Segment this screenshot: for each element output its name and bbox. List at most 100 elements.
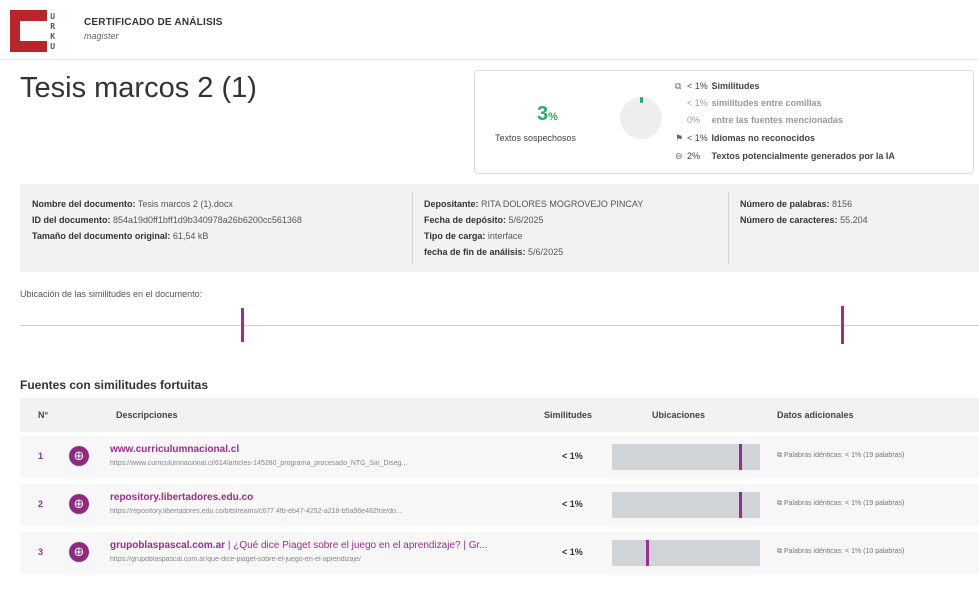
word-count: 8156 [832, 199, 853, 209]
globe-icon: ⊕ [69, 494, 89, 514]
source-number: 1 [38, 451, 44, 461]
source-location-mark [739, 444, 742, 470]
info-label: Tamaño del documento original: [32, 231, 171, 241]
source-number: 3 [38, 547, 44, 557]
column-header-number: N° [38, 410, 49, 420]
table-row[interactable]: 3 ⊕ grupoblaspascal.com.ar | ¿Qué dice P… [20, 532, 979, 574]
info-column-deposit: Depositante: RITA DOLORES MOGROVEJO PINC… [424, 196, 643, 260]
table-row[interactable]: 1 ⊕ www.curriculumnacional.cl https://ww… [20, 436, 979, 478]
stat-mentioned-sources: 0% entre las fuentes mencionadas [675, 115, 843, 125]
source-link[interactable]: repository.libertadores.edu.co [110, 492, 253, 503]
ai-icon: ⊖ [675, 151, 683, 161]
depositor-name: RITA DOLORES MOGROVEJO PINCAY [481, 199, 644, 209]
logo-letters: U R K U [50, 10, 60, 52]
source-similarity: < 1% [562, 547, 583, 557]
source-link[interactable]: www.curriculumnacional.cl [110, 444, 239, 455]
document-size: 61,54 kB [172, 231, 209, 241]
source-location-bar[interactable] [612, 444, 760, 470]
column-header-similarities: Similitudes [544, 410, 593, 420]
page-title: Tesis marcos 2 (1) [20, 72, 257, 104]
character-count: 55.204 [840, 215, 868, 225]
stat-value: 2% [687, 151, 701, 161]
source-link[interactable]: grupoblaspascal.com.ar | ¿Qué dice Piage… [110, 540, 488, 551]
source-location-mark [646, 540, 649, 566]
info-label: fecha de fin de análisis: [424, 247, 526, 257]
source-additional-data: ⧉ Palabras idénticas: < 1% (19 palabras) [777, 452, 904, 460]
column-header-additional-data: Datos adicionales [777, 410, 854, 420]
info-divider [412, 192, 413, 264]
analysis-end-date: 5/6/2025 [528, 247, 564, 257]
stat-similarities[interactable]: ⧉ < 1% Similitudes [675, 81, 760, 92]
logo-mark [10, 10, 49, 52]
info-divider [728, 192, 729, 264]
suspicious-donut-chart [620, 97, 662, 139]
logo: U R K U [10, 10, 60, 52]
sources-table-header: N° Descripciones Similitudes Ubicaciones… [20, 398, 979, 432]
stat-label: Similitudes [711, 81, 760, 91]
identical-words: Palabras idénticas: < 1% (19 palabras) [783, 500, 905, 507]
source-location-bar[interactable] [612, 492, 760, 518]
info-label: Nombre del documento: [32, 199, 136, 209]
copy-icon: ⧉ [777, 500, 784, 507]
stat-label: Idiomas no reconocidos [711, 133, 816, 143]
source-additional-data: ⧉ Palabras idénticas: < 1% (10 palabras) [777, 548, 904, 556]
globe-icon: ⊕ [69, 542, 89, 562]
deposit-date: 5/6/2025 [508, 215, 544, 225]
source-domain: repository.libertadores.edu.co [110, 492, 254, 503]
source-domain: www.curriculumnacional.cl [110, 444, 240, 455]
header-bar: U R K U CERTIFICADO DE ANÁLISIS magister [0, 0, 979, 60]
info-label: Depositante: [424, 199, 479, 209]
identical-words: Palabras idénticas: < 1% (10 palabras) [783, 548, 905, 555]
similarity-location-mark[interactable] [840, 306, 844, 344]
suspicious-label: Textos sospechosos [495, 133, 577, 143]
similarity-location-label: Ubicación de las similitudes en el docum… [20, 289, 203, 299]
document-info-panel: Nombre del documento: Tesis marcos 2 (1)… [20, 184, 979, 272]
table-row[interactable]: 2 ⊕ repository.libertadores.edu.co https… [20, 484, 979, 526]
source-number: 2 [38, 499, 44, 509]
info-label: ID del documento: [32, 215, 111, 225]
info-label: Número de caracteres: [740, 215, 838, 225]
source-location-bar[interactable] [612, 540, 760, 566]
suspicious-percentage: 3% [537, 103, 558, 126]
copy-icon: ⧉ [675, 81, 682, 91]
source-similarity: < 1% [562, 499, 583, 509]
suspicious-unit: % [548, 111, 558, 123]
source-url[interactable]: https://repository.libertadores.edu.co/b… [110, 508, 540, 515]
donut-segment [640, 97, 643, 103]
info-label: Número de palabras: [740, 199, 830, 209]
info-label: Tipo de carga: [424, 231, 486, 241]
logo-letter: R [50, 22, 56, 31]
source-similarity: < 1% [562, 451, 583, 461]
stat-quotes: < 1% similitudes entre comillas [675, 98, 822, 108]
source-location-mark [739, 492, 742, 518]
language-icon: ⚑ [675, 133, 684, 143]
stat-label: entre las fuentes mencionadas [711, 115, 844, 125]
stat-label: Textos potencialmente generados por la I… [711, 151, 895, 161]
similarity-location-track [20, 325, 979, 326]
source-url[interactable]: https://www.curriculumnacional.cl/614/ar… [110, 460, 540, 467]
stat-value: < 1% [687, 133, 708, 143]
logo-letter: U [50, 42, 56, 51]
stat-label: similitudes entre comillas [711, 98, 822, 108]
copy-icon: ⧉ [777, 548, 784, 555]
source-url[interactable]: https://grupoblaspascal.com.ar/que-dice-… [110, 556, 540, 563]
logo-letter: K [50, 32, 56, 41]
suspicious-value: 3 [537, 103, 549, 125]
column-header-descriptions: Descripciones [116, 410, 178, 420]
source-title: | ¿Qué dice Piaget sobre el juego en el … [227, 540, 488, 551]
stat-value: 0% [687, 115, 701, 125]
document-name: Tesis marcos 2 (1).docx [137, 199, 233, 209]
header-subtitle: magister [84, 31, 119, 41]
header-title: CERTIFICADO DE ANÁLISIS [84, 17, 223, 28]
stat-ai-generated[interactable]: ⊖ 2% Textos potencialmente generados por … [675, 151, 895, 162]
info-column-counts: Número de palabras: 8156 Número de carac… [740, 196, 868, 228]
column-header-locations: Ubicaciones [652, 410, 706, 420]
document-id: 854a19d0ff1bff1d9b340978a26b6200cc561368 [113, 215, 302, 225]
info-label: Fecha de depósito: [424, 215, 507, 225]
source-additional-data: ⧉ Palabras idénticas: < 1% (19 palabras) [777, 500, 904, 508]
summary-card: 3% Textos sospechosos ⧉ < 1% Similitudes … [474, 70, 974, 174]
similarity-location-mark[interactable] [240, 308, 244, 342]
stat-languages[interactable]: ⚑ < 1% Idiomas no reconocidos [675, 133, 815, 144]
info-column-document: Nombre del documento: Tesis marcos 2 (1)… [32, 196, 302, 244]
logo-letter: U [50, 12, 56, 21]
